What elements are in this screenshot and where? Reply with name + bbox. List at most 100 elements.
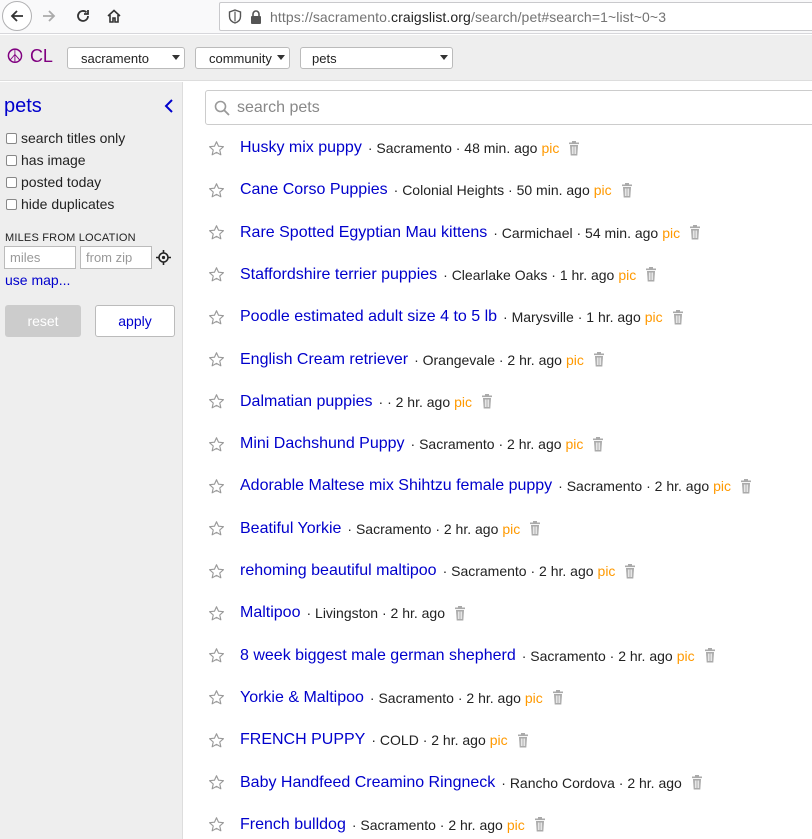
star-icon[interactable] xyxy=(208,816,228,833)
use-map-link[interactable]: use map... xyxy=(5,272,70,288)
trash-icon[interactable] xyxy=(454,605,466,621)
trash-icon[interactable] xyxy=(517,732,529,748)
star-icon[interactable] xyxy=(208,732,228,749)
result-title-link[interactable]: rehoming beautiful maltipoo xyxy=(240,562,437,580)
result-row[interactable]: English Cream retriever · Orangevale · 2 … xyxy=(200,339,812,381)
star-icon[interactable] xyxy=(208,647,228,664)
result-title-link[interactable]: Adorable Maltese mix Shihtzu female pupp… xyxy=(240,477,552,495)
star-icon[interactable] xyxy=(208,689,228,706)
crosshair-icon[interactable] xyxy=(156,250,171,265)
search-input[interactable]: search pets xyxy=(205,90,812,125)
result-row[interactable]: Cane Corso Puppies · Colonial Heights · 5… xyxy=(200,169,812,211)
trash-icon[interactable] xyxy=(691,775,703,790)
star-icon[interactable] xyxy=(208,224,228,241)
result-row[interactable]: Husky mix puppy · Sacramento · 48 min. ag… xyxy=(200,127,812,169)
filter-hide-duplicates[interactable]: hide duplicates xyxy=(6,196,114,212)
result-title-link[interactable]: Staffordshire terrier puppies xyxy=(240,266,437,284)
filter-posted-today[interactable]: posted today xyxy=(6,174,101,190)
result-row[interactable]: rehoming beautiful maltipoo · Sacramento … xyxy=(200,550,812,592)
result-title-link[interactable]: Mini Dachshund Puppy xyxy=(240,435,405,453)
result-title-link[interactable]: Cane Corso Puppies xyxy=(240,181,388,199)
trash-icon[interactable] xyxy=(529,521,541,536)
result-title-link[interactable]: Maltipoo xyxy=(240,604,300,622)
result-title-link[interactable]: Beatiful Yorkie xyxy=(240,520,341,538)
result-title-link[interactable]: Rare Spotted Egyptian Mau kittens xyxy=(240,224,487,242)
result-title-link[interactable]: Poodle estimated adult size 4 to 5 lb xyxy=(240,308,497,326)
star-icon[interactable] xyxy=(208,774,228,791)
result-title-link[interactable]: Husky mix puppy xyxy=(240,139,362,157)
category-select[interactable]: community xyxy=(195,47,290,69)
result-title-link[interactable]: 8 week biggest male german shepherd xyxy=(240,647,516,665)
trash-icon[interactable] xyxy=(740,478,752,494)
checkbox[interactable] xyxy=(6,154,17,166)
result-row[interactable]: 8 week biggest male german shepherd · Sac… xyxy=(200,635,812,677)
result-row[interactable]: FRENCH PUPPY · COLD · 2 hr. ago pic xyxy=(200,719,812,761)
area-select[interactable]: sacramento xyxy=(67,47,185,69)
pic-badge: pic xyxy=(713,478,732,495)
checkbox[interactable] xyxy=(6,176,17,188)
filter-has-image[interactable]: has image xyxy=(6,152,86,168)
checkbox[interactable] xyxy=(6,198,17,210)
result-title-link[interactable]: Baby Handfeed Creamino Ringneck xyxy=(240,774,495,792)
trash-icon[interactable] xyxy=(645,267,657,282)
apply-button[interactable]: apply xyxy=(95,305,175,337)
star-icon[interactable] xyxy=(208,140,228,157)
star-icon[interactable] xyxy=(208,393,228,410)
star-icon[interactable] xyxy=(208,309,228,326)
back-button[interactable] xyxy=(2,1,32,31)
trash-icon[interactable] xyxy=(624,563,636,579)
star-icon[interactable] xyxy=(208,563,228,580)
reload-button[interactable] xyxy=(68,2,98,30)
shield-icon[interactable] xyxy=(228,9,242,24)
trash-icon[interactable] xyxy=(704,648,716,663)
trash-icon[interactable] xyxy=(689,225,701,240)
result-row[interactable]: Yorkie & Maltipoo · Sacramento · 2 hr. ag… xyxy=(200,677,812,719)
trash-icon[interactable] xyxy=(621,182,633,198)
miles-input[interactable]: miles xyxy=(4,246,76,269)
sidebar-title[interactable]: pets xyxy=(4,95,42,118)
star-icon[interactable] xyxy=(208,182,228,199)
craigslist-logo[interactable]: ☮ CL xyxy=(6,46,53,67)
star-icon[interactable] xyxy=(208,605,228,622)
trash-icon[interactable] xyxy=(481,394,493,409)
home-button[interactable] xyxy=(99,2,129,30)
trash-icon[interactable] xyxy=(592,436,604,452)
star-icon[interactable] xyxy=(208,478,228,495)
pic-badge: pic xyxy=(565,436,584,453)
star-icon[interactable] xyxy=(208,520,228,537)
lock-icon[interactable] xyxy=(250,9,262,24)
checkbox[interactable] xyxy=(6,132,17,144)
result-title-link[interactable]: French bulldog xyxy=(240,816,346,834)
trash-icon[interactable] xyxy=(672,309,684,325)
trash-icon[interactable] xyxy=(593,352,605,367)
result-row[interactable]: Mini Dachshund Puppy · Sacramento · 2 hr.… xyxy=(200,423,812,465)
star-icon[interactable] xyxy=(208,266,228,283)
forward-button[interactable] xyxy=(34,2,64,30)
subcategory-select[interactable]: pets xyxy=(300,47,453,69)
result-row[interactable]: Staffordshire terrier puppies · Clearlake… xyxy=(200,254,812,296)
result-title-link[interactable]: FRENCH PUPPY xyxy=(240,731,365,749)
result-row[interactable]: Baby Handfeed Creamino Ringneck · Rancho … xyxy=(200,762,812,804)
result-title-link[interactable]: Dalmatian puppies xyxy=(240,393,373,411)
result-row[interactable]: Maltipoo · Livingston · 2 hr. ago xyxy=(200,592,812,634)
result-row[interactable]: Beatiful Yorkie · Sacramento · 2 hr. ago p… xyxy=(200,508,812,550)
trash-icon[interactable] xyxy=(534,817,546,832)
trash-icon[interactable] xyxy=(552,690,564,705)
result-row[interactable]: Dalmatian puppies · · 2 hr. ago pic xyxy=(200,381,812,423)
result-row[interactable]: Adorable Maltese mix Shihtzu female pupp… xyxy=(200,465,812,507)
result-row[interactable]: French bulldog · Sacramento · 2 hr. ago pi… xyxy=(200,804,812,839)
result-row[interactable]: Poodle estimated adult size 4 to 5 lb · M… xyxy=(200,296,812,338)
filter-search-titles-only[interactable]: search titles only xyxy=(6,130,125,146)
reset-button[interactable]: reset xyxy=(5,305,81,337)
chevron-left-icon[interactable] xyxy=(164,99,174,113)
result-row[interactable]: Rare Spotted Egyptian Mau kittens · Carmi… xyxy=(200,212,812,254)
star-icon[interactable] xyxy=(208,351,228,368)
result-title-link[interactable]: English Cream retriever xyxy=(240,351,408,369)
url-text[interactable]: https://sacramento.craigslist.org/search… xyxy=(270,9,666,25)
zip-input[interactable]: from zip xyxy=(80,246,152,269)
star-icon[interactable] xyxy=(208,436,228,453)
trash-icon[interactable] xyxy=(568,140,580,156)
result-title-link[interactable]: Yorkie & Maltipoo xyxy=(240,689,364,707)
address-bar[interactable]: https://sacramento.craigslist.org/search… xyxy=(219,2,812,31)
pic-badge: pic xyxy=(618,266,637,283)
